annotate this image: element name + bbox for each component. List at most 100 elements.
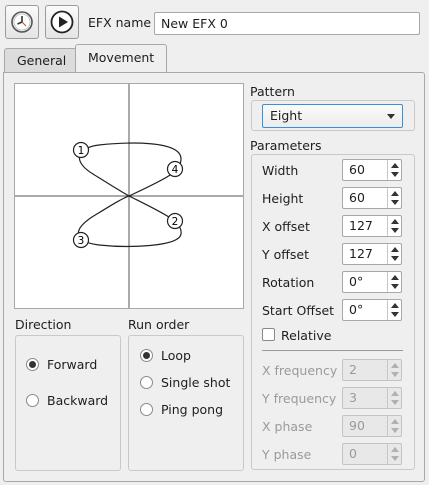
- height-spinbox[interactable]: 60: [342, 187, 402, 209]
- run-order-loop-radio[interactable]: Loop: [140, 348, 191, 363]
- width-spinbox[interactable]: 60: [342, 159, 402, 181]
- spin-down-icon[interactable]: [391, 256, 399, 261]
- eight-path: [78, 142, 182, 248]
- spin-up-icon[interactable]: [391, 419, 399, 424]
- y-offset-spinbox[interactable]: 127: [342, 243, 402, 265]
- pattern-select[interactable]: Eight: [262, 104, 403, 128]
- y-phase-spinbox[interactable]: 0: [342, 443, 402, 465]
- tab-general[interactable]: General: [4, 48, 80, 73]
- radio-indicator: [26, 394, 39, 407]
- marker-4: 4: [166, 160, 184, 178]
- relative-label: Relative: [281, 328, 332, 343]
- spin-down-icon[interactable]: [391, 312, 399, 317]
- spin-up-icon[interactable]: [391, 191, 399, 196]
- marker-1: 1: [72, 141, 90, 159]
- y-phase-value: 0: [349, 446, 357, 461]
- run-order-ping-pong-radio[interactable]: Ping pong: [140, 402, 223, 417]
- svg-text:2: 2: [172, 216, 179, 228]
- direction-title: Direction: [15, 317, 72, 332]
- play-button[interactable]: [45, 5, 79, 39]
- start-offset-label: Start Offset: [262, 303, 335, 318]
- direction-backward-radio[interactable]: Backward: [26, 393, 108, 408]
- spin-up-icon[interactable]: [391, 447, 399, 452]
- x-offset-label: X offset: [262, 219, 310, 234]
- rotation-label: Rotation: [262, 275, 315, 290]
- spin-buttons[interactable]: [387, 300, 401, 320]
- spin-down-icon[interactable]: [391, 284, 399, 289]
- svg-text:4: 4: [172, 164, 179, 176]
- marker-2: 2: [166, 212, 184, 230]
- radio-label: Loop: [161, 348, 191, 363]
- spin-down-icon[interactable]: [391, 200, 399, 205]
- radio-indicator: [140, 349, 153, 362]
- x-frequency-label: X frequency: [262, 363, 338, 378]
- radio-indicator: [140, 376, 153, 389]
- spin-up-icon[interactable]: [391, 275, 399, 280]
- radio-label: Ping pong: [161, 402, 224, 417]
- radio-indicator: [26, 358, 39, 371]
- marker-3: 3: [72, 231, 90, 249]
- pattern-title: Pattern: [250, 84, 295, 99]
- chevron-down-icon: [387, 114, 395, 119]
- spin-up-icon[interactable]: [391, 247, 399, 252]
- tab-movement[interactable]: Movement: [75, 44, 168, 72]
- spin-up-icon[interactable]: [391, 163, 399, 168]
- spin-buttons[interactable]: [387, 160, 401, 180]
- direction-forward-radio[interactable]: Forward: [26, 357, 97, 372]
- y-frequency-value: 3: [349, 390, 357, 405]
- clock-icon: [11, 11, 33, 33]
- width-label: Width: [262, 163, 299, 178]
- spin-down-icon[interactable]: [391, 172, 399, 177]
- efx-name-input[interactable]: New EFX 0: [154, 12, 420, 35]
- rotation-spinbox[interactable]: 0°: [342, 271, 402, 293]
- spin-buttons[interactable]: [387, 216, 401, 236]
- x-offset-spinbox[interactable]: 127: [342, 215, 402, 237]
- radio-indicator: [140, 403, 153, 416]
- spin-down-icon[interactable]: [391, 400, 399, 405]
- spin-down-icon[interactable]: [391, 428, 399, 433]
- start-offset-spinbox[interactable]: 0°: [342, 299, 402, 321]
- spin-up-icon[interactable]: [391, 363, 399, 368]
- y-offset-value: 127: [349, 246, 373, 261]
- pattern-preview: 1 4 2 3: [14, 83, 244, 309]
- spin-buttons[interactable]: [387, 272, 401, 292]
- x-phase-spinbox[interactable]: 90: [342, 415, 402, 437]
- spin-buttons[interactable]: [387, 416, 401, 436]
- x-frequency-spinbox[interactable]: 2: [342, 359, 402, 381]
- spin-up-icon[interactable]: [391, 219, 399, 224]
- radio-label: Forward: [47, 357, 98, 372]
- spin-buttons[interactable]: [387, 444, 401, 464]
- clock-button[interactable]: [5, 5, 39, 39]
- radio-label: Single shot: [161, 375, 231, 390]
- spin-buttons[interactable]: [387, 244, 401, 264]
- efx-name-label: EFX name: [88, 15, 152, 30]
- spin-buttons[interactable]: [387, 188, 401, 208]
- x-offset-value: 127: [349, 218, 373, 233]
- parameters-title: Parameters: [250, 138, 322, 153]
- spin-buttons[interactable]: [387, 360, 401, 380]
- run-order-single-shot-radio[interactable]: Single shot: [140, 375, 230, 390]
- y-frequency-label: Y frequency: [262, 391, 337, 406]
- height-label: Height: [262, 191, 304, 206]
- height-value: 60: [349, 190, 365, 205]
- svg-text:1: 1: [78, 145, 85, 157]
- run-order-title: Run order: [128, 317, 190, 332]
- y-frequency-spinbox[interactable]: 3: [342, 387, 402, 409]
- spin-down-icon[interactable]: [391, 372, 399, 377]
- spin-down-icon[interactable]: [391, 228, 399, 233]
- y-offset-label: Y offset: [262, 247, 309, 262]
- pattern-select-value: Eight: [270, 108, 303, 123]
- spin-up-icon[interactable]: [391, 391, 399, 396]
- play-icon: [50, 10, 74, 34]
- spin-down-icon[interactable]: [391, 456, 399, 461]
- x-phase-value: 90: [349, 418, 365, 433]
- spin-up-icon[interactable]: [391, 303, 399, 308]
- x-phase-label: X phase: [262, 419, 313, 434]
- relative-checkbox[interactable]: [262, 328, 275, 341]
- radio-label: Backward: [47, 393, 109, 408]
- spin-buttons[interactable]: [387, 388, 401, 408]
- x-frequency-value: 2: [349, 362, 357, 377]
- width-value: 60: [349, 162, 365, 177]
- start-offset-value: 0°: [349, 302, 364, 317]
- y-phase-label: Y phase: [262, 447, 312, 462]
